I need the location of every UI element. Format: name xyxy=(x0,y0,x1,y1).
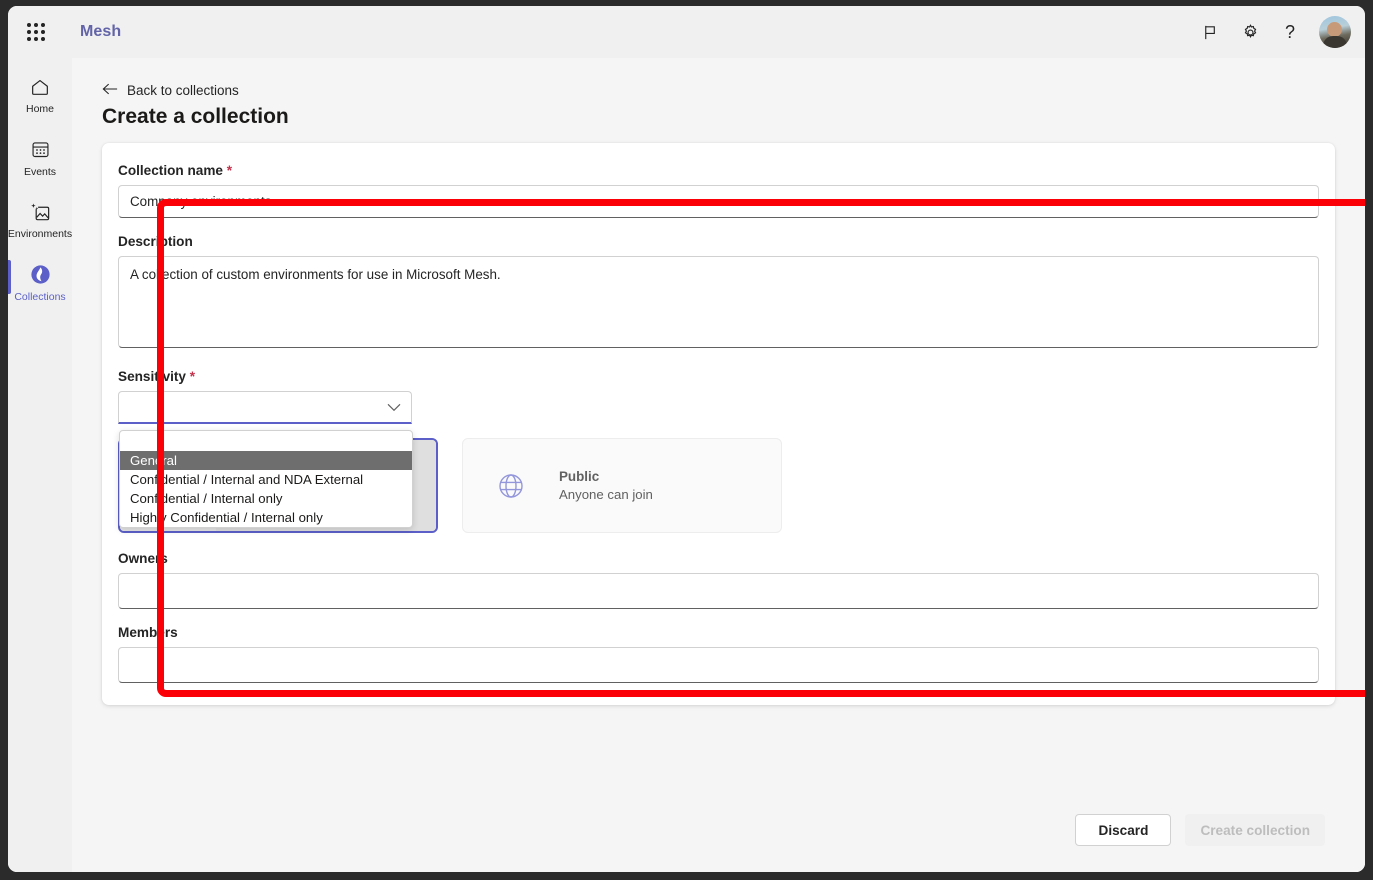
required-asterisk: * xyxy=(186,369,195,384)
collection-name-label: Collection name * xyxy=(118,163,1319,178)
field-members: Members xyxy=(118,625,1319,683)
create-collection-form: Collection name * Description Sensitivit… xyxy=(102,143,1335,705)
chevron-down-icon xyxy=(387,400,401,415)
form-footer: Discard Create collection xyxy=(72,800,1365,872)
owners-label: Owners xyxy=(118,551,1319,566)
members-label: Members xyxy=(118,625,1319,640)
collection-name-input[interactable] xyxy=(118,185,1319,218)
sidebar-item-label: Events xyxy=(24,167,56,179)
description-textarea[interactable] xyxy=(118,256,1319,348)
required-asterisk: * xyxy=(223,163,232,178)
app-body: Home Events xyxy=(8,58,1365,872)
flag-icon[interactable] xyxy=(1193,15,1227,49)
app-window: Mesh ? xyxy=(8,6,1365,872)
help-icon[interactable]: ? xyxy=(1273,15,1307,49)
waffle-grid xyxy=(27,23,45,41)
home-icon xyxy=(29,75,51,99)
gear-icon[interactable] xyxy=(1233,15,1267,49)
top-bar: Mesh ? xyxy=(8,6,1365,58)
sensitivity-options-list[interactable]: General Confidential / Internal and NDA … xyxy=(119,430,413,528)
image-sparkle-icon xyxy=(29,200,52,224)
field-owners: Owners xyxy=(118,551,1319,609)
sensitivity-option-general[interactable]: General xyxy=(120,451,412,470)
page-title: Create a collection xyxy=(102,105,1335,129)
owners-input[interactable] xyxy=(118,573,1319,609)
topbar-actions: ? xyxy=(1193,15,1365,49)
field-description: Description xyxy=(118,234,1319,353)
collection-name-label-text: Collection name xyxy=(118,163,223,178)
discard-button[interactable]: Discard xyxy=(1075,814,1171,846)
privacy-card-public[interactable]: Public Anyone can join xyxy=(462,438,782,533)
sidebar-item-home[interactable]: Home xyxy=(8,66,72,123)
sensitivity-select-wrap: General Confidential / Internal and NDA … xyxy=(118,391,412,424)
sensitivity-option-confidential-nda[interactable]: Confidential / Internal and NDA External xyxy=(120,470,412,489)
sidebar-item-environments[interactable]: Environments xyxy=(8,191,72,248)
sensitivity-option-confidential-internal[interactable]: Confidential / Internal only xyxy=(120,489,412,508)
sensitivity-option-blank[interactable] xyxy=(120,431,412,451)
user-avatar[interactable] xyxy=(1319,16,1351,48)
sidebar-item-collections[interactable]: Collections xyxy=(8,254,72,311)
collections-icon xyxy=(29,263,52,287)
description-label: Description xyxy=(118,234,1319,249)
sensitivity-label-text: Sensitivity xyxy=(118,369,186,384)
field-collection-name: Collection name * xyxy=(118,163,1319,218)
globe-icon xyxy=(463,439,559,532)
sensitivity-label: Sensitivity * xyxy=(118,369,1319,384)
privacy-card-title: Public xyxy=(559,469,769,484)
privacy-card-public-body: Public Anyone can join xyxy=(559,439,781,532)
sidebar-item-events[interactable]: Events xyxy=(8,129,72,186)
field-sensitivity: Sensitivity * xyxy=(118,369,1319,424)
sensitivity-option-highly-confidential[interactable]: Highly Confidential / Internal only xyxy=(120,508,412,527)
content-inner: Back to collections Create a collection … xyxy=(72,58,1365,800)
members-input[interactable] xyxy=(118,647,1319,683)
sidebar-item-label: Collections xyxy=(14,292,65,304)
privacy-card-subtitle: Anyone can join xyxy=(559,487,769,502)
back-to-collections-link[interactable]: Back to collections xyxy=(102,82,239,99)
sensitivity-select[interactable] xyxy=(118,391,412,424)
navigation-rail: Home Events xyxy=(8,58,72,872)
app-launcher-icon[interactable] xyxy=(8,6,64,58)
main-content: Back to collections Create a collection … xyxy=(72,58,1365,872)
help-glyph: ? xyxy=(1285,23,1295,41)
calendar-icon xyxy=(30,138,51,162)
sidebar-item-label: Environments xyxy=(8,229,72,241)
arrow-left-icon xyxy=(102,82,118,99)
app-title: Mesh xyxy=(80,23,121,41)
back-link-label: Back to collections xyxy=(127,83,239,98)
sidebar-item-label: Home xyxy=(26,104,54,116)
create-collection-button[interactable]: Create collection xyxy=(1185,814,1325,846)
